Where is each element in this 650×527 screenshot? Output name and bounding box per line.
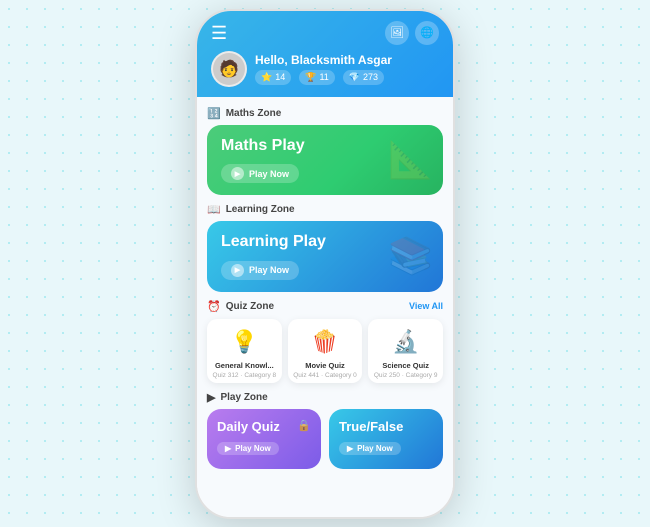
learning-zone-label: 📖 Learning Zone [207,203,443,216]
maths-zone-icon: 🔢 [207,107,221,120]
maths-play-card[interactable]: Maths Play ▶ Play Now 📐 [207,125,443,196]
play-zone-label: ▶ Play Zone [207,391,443,404]
learning-play-button[interactable]: ▶ Play Now [221,261,299,280]
greeting-text: Hello, Blacksmith Asgar [255,53,439,67]
maths-play-icon: ▶ [231,167,244,180]
learning-zone-text: Learning Zone [226,204,295,215]
trophy-icon: 🏆 [305,72,316,83]
user-stats-row: ⭐ 14 🏆 11 💎 273 [255,70,439,85]
quiz-card-general-meta: Quiz 312 · Category 8 [213,372,277,379]
view-all-button[interactable]: View All [409,301,443,311]
maths-zone-text: Maths Zone [226,108,282,119]
user-row: 🧑 Hello, Blacksmith Asgar ⭐ 14 🏆 11 💎 27… [211,51,439,87]
app-header: ☰ 🖼 🌐 🧑 Hello, Blacksmith Asgar ⭐ 14 🏆 1… [197,11,453,97]
learning-watermark: 📚 [388,235,433,277]
true-false-card[interactable]: True/False ▶ Play Now [329,409,443,469]
daily-play-label: Play Now [235,444,271,453]
true-false-play-button[interactable]: ▶ Play Now [339,442,401,455]
quiz-card-general-img: 💡 [227,325,261,359]
quiz-zone-label: ⏰ Quiz Zone [207,300,274,313]
header-top-row: ☰ 🖼 🌐 [211,21,439,45]
quiz-card-movie-img: 🍿 [308,325,342,359]
quiz-card-general-name: General Knowl... [215,361,274,370]
quiz-card-science-meta: Quiz 250 · Category 9 [374,372,438,379]
stat-trophy-value: 11 [319,72,328,82]
maths-play-button[interactable]: ▶ Play Now [221,164,299,183]
true-false-title: True/False [339,419,433,434]
quiz-card-science-name: Science Quiz [382,361,429,370]
daily-quiz-card[interactable]: 🔒 Daily Quiz ▶ Play Now [207,409,321,469]
maths-zone-label: 🔢 Maths Zone [207,107,443,120]
play-zone-text: Play Zone [220,392,267,403]
daily-play-icon: ▶ [225,444,231,453]
quiz-card-science[interactable]: 🔬 Science Quiz Quiz 250 · Category 9 [368,319,443,383]
quiz-card-movie-meta: Quiz 441 · Category 0 [293,372,357,379]
play-zone-icon: ▶ [207,391,215,404]
user-info: Hello, Blacksmith Asgar ⭐ 14 🏆 11 💎 273 [255,53,439,85]
header-action-icons: 🖼 🌐 [385,21,439,45]
quiz-card-movie-name: Movie Quiz [305,361,345,370]
maths-play-label: Play Now [249,169,289,179]
learning-play-icon: ▶ [231,264,244,277]
stat-stars-value: 14 [275,72,285,82]
learning-play-card[interactable]: Learning Play ▶ Play Now 📚 [207,221,443,292]
true-false-play-icon: ▶ [347,444,353,453]
daily-quiz-play-button[interactable]: ▶ Play Now [217,442,279,455]
quiz-cards-row: 💡 General Knowl... Quiz 312 · Category 8… [207,319,443,383]
stat-gems-value: 273 [363,72,378,82]
quiz-zone-icon: ⏰ [207,300,221,313]
stat-stars: ⭐ 14 [255,70,291,85]
learning-zone-icon: 📖 [207,203,221,216]
gem-icon: 💎 [349,72,360,83]
image-icon[interactable]: 🖼 [385,21,409,45]
quiz-zone-header: ⏰ Quiz Zone View All [207,300,443,313]
star-icon: ⭐ [261,72,272,83]
main-content: 🔢 Maths Zone Maths Play ▶ Play Now 📐 📖 L… [197,97,453,517]
quiz-zone-text: Quiz Zone [226,301,274,312]
avatar: 🧑 [211,51,247,87]
phone-frame: ☰ 🖼 🌐 🧑 Hello, Blacksmith Asgar ⭐ 14 🏆 1… [195,9,455,519]
maths-watermark: 📐 [388,139,433,181]
lock-icon: 🔒 [297,419,311,432]
quiz-card-general[interactable]: 💡 General Knowl... Quiz 312 · Category 8 [207,319,282,383]
stat-gems: 💎 273 [343,70,384,85]
quiz-card-movie[interactable]: 🍿 Movie Quiz Quiz 441 · Category 0 [288,319,363,383]
quiz-card-science-img: 🔬 [389,325,423,359]
true-false-play-label: Play Now [357,444,393,453]
learning-play-label: Play Now [249,265,289,275]
play-cards-row: 🔒 Daily Quiz ▶ Play Now True/False ▶ Pla… [207,409,443,469]
stat-trophy: 🏆 11 [299,70,335,85]
menu-icon[interactable]: ☰ [211,24,227,42]
translate-icon[interactable]: 🌐 [415,21,439,45]
